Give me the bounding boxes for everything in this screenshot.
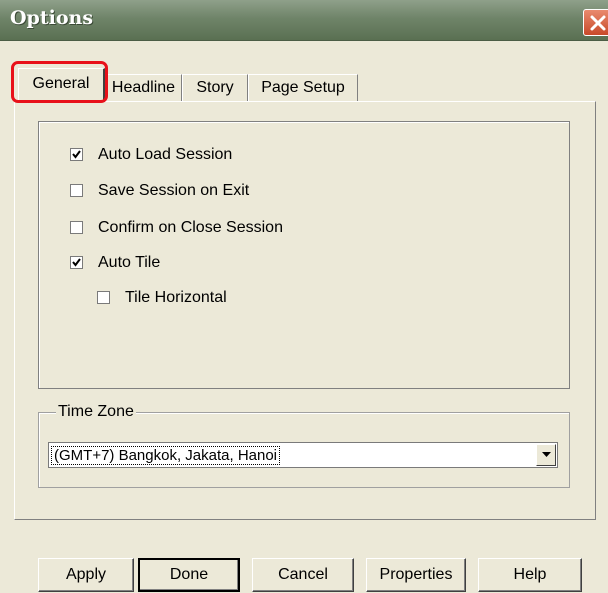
help-button[interactable]: Help: [478, 558, 582, 592]
tile-horizontal-label: Tile Horizontal: [125, 289, 227, 306]
tab-page-setup[interactable]: Page Setup: [248, 74, 358, 101]
title-bar: Options: [0, 0, 608, 41]
auto-tile-checkbox[interactable]: [70, 256, 83, 269]
chevron-down-icon: [542, 452, 551, 457]
checkmark-icon: [72, 258, 81, 267]
confirm-on-close-session-checkbox[interactable]: [70, 221, 83, 234]
time-zone-dropdown-button[interactable]: [536, 444, 556, 466]
auto-load-session-checkbox[interactable]: [70, 148, 83, 161]
auto-tile-label: Auto Tile: [98, 254, 161, 271]
confirm-on-close-session-label: Confirm on Close Session: [98, 219, 283, 236]
cancel-button[interactable]: Cancel: [252, 558, 354, 592]
time-zone-legend: Time Zone: [56, 402, 136, 422]
close-icon: [590, 15, 606, 31]
save-session-on-exit-label: Save Session on Exit: [98, 182, 250, 199]
tile-horizontal-checkbox[interactable]: [97, 291, 110, 304]
help-button-label: Help: [513, 566, 547, 583]
apply-button-label: Apply: [65, 566, 107, 583]
tab-page-setup-label: Page Setup: [261, 79, 345, 96]
general-tab-highlight: [11, 61, 108, 103]
window-title: Options: [10, 7, 94, 29]
properties-button-label: Properties: [379, 566, 453, 583]
tab-story[interactable]: Story: [182, 74, 248, 101]
checkmark-icon: [72, 150, 81, 159]
auto-load-session-label: Auto Load Session: [98, 146, 233, 163]
cancel-button-label: Cancel: [278, 566, 328, 583]
done-button[interactable]: Done: [138, 558, 240, 592]
time-zone-value: (GMT+7) Bangkok, Jakata, Hanoi: [51, 446, 281, 465]
done-button-label: Done: [169, 566, 209, 583]
apply-button[interactable]: Apply: [38, 558, 134, 592]
time-zone-select[interactable]: (GMT+7) Bangkok, Jakata, Hanoi: [48, 442, 558, 468]
save-session-on-exit-checkbox[interactable]: [70, 184, 83, 197]
close-button[interactable]: [583, 9, 608, 36]
properties-button[interactable]: Properties: [366, 558, 466, 592]
tab-headline-label: Headline: [111, 79, 176, 96]
tab-story-label: Story: [196, 79, 234, 96]
tab-headline[interactable]: Headline: [105, 74, 182, 101]
